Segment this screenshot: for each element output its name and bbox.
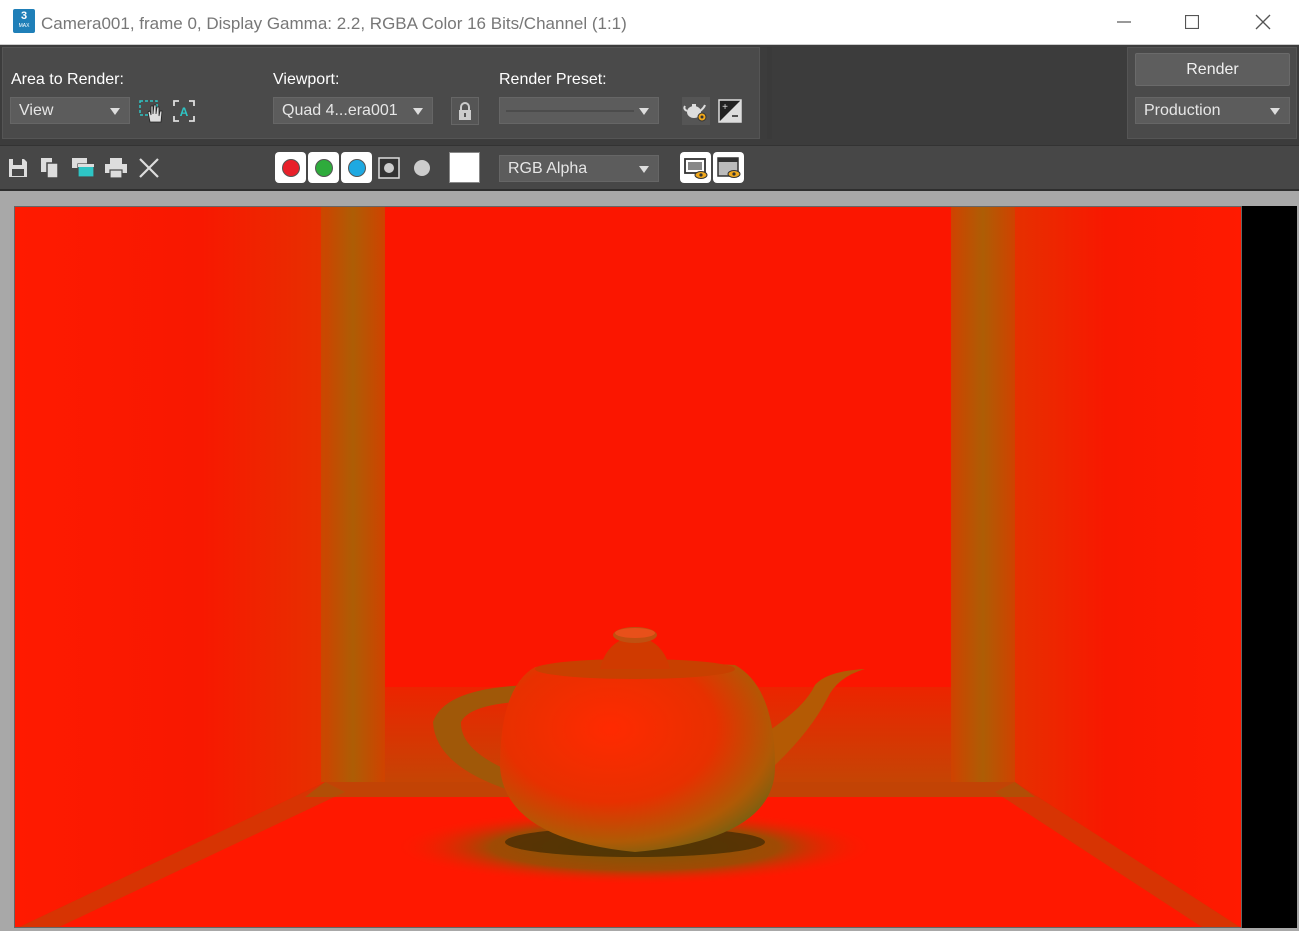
render-options-panel bbox=[2, 47, 760, 139]
display-channel-dropdown[interactable]: RGB Alpha bbox=[499, 155, 659, 182]
lock-icon bbox=[459, 102, 471, 120]
render-mode-value: Production bbox=[1144, 102, 1221, 119]
green-channel-icon bbox=[314, 158, 333, 177]
chevron-down-icon bbox=[413, 108, 423, 115]
chevron-down-icon bbox=[110, 108, 120, 115]
display-channel-value: RGB Alpha bbox=[508, 160, 588, 177]
clone-window-button[interactable] bbox=[69, 154, 97, 182]
viewport-label: Viewport: bbox=[273, 71, 340, 88]
red-channel-icon bbox=[281, 158, 300, 177]
blue-channel-icon bbox=[347, 158, 366, 177]
close-icon bbox=[1255, 14, 1271, 30]
rendered-image bbox=[14, 206, 1242, 928]
teapot-gear-icon bbox=[683, 104, 707, 122]
blue-channel-toggle[interactable] bbox=[341, 152, 372, 183]
render-preset-dropdown[interactable] bbox=[499, 97, 659, 124]
edit-region-button[interactable] bbox=[137, 97, 165, 125]
window-eye-icon bbox=[716, 156, 740, 178]
maximize-button[interactable] bbox=[1172, 8, 1212, 36]
clone-window-icon bbox=[72, 158, 95, 178]
3dsmax-app-icon: 3 MAX bbox=[13, 9, 35, 33]
viewport-dropdown[interactable]: Quad 4...era001 bbox=[273, 97, 433, 124]
chevron-down-icon bbox=[639, 108, 649, 115]
alpha-channel-toggle[interactable] bbox=[375, 154, 403, 182]
rendered-scene bbox=[15, 207, 1241, 927]
render-preset-label: Render Preset: bbox=[499, 71, 607, 88]
color-swatch[interactable] bbox=[449, 152, 480, 183]
monitor-eye-icon bbox=[683, 157, 707, 179]
area-to-render-value: View bbox=[19, 102, 54, 119]
print-image-button[interactable] bbox=[102, 154, 130, 182]
red-channel-toggle[interactable] bbox=[275, 152, 306, 183]
chevron-down-icon bbox=[1270, 108, 1280, 115]
svg-text:A: A bbox=[180, 105, 189, 119]
render-button[interactable]: Render bbox=[1135, 53, 1290, 86]
render-setup-button[interactable] bbox=[682, 97, 710, 125]
maximize-icon bbox=[1185, 15, 1199, 29]
save-image-button[interactable] bbox=[4, 154, 32, 182]
print-icon bbox=[105, 158, 127, 179]
auto-region-icon: A bbox=[173, 100, 195, 122]
window-title: Camera001, frame 0, Display Gamma: 2.2, … bbox=[41, 14, 627, 33]
clear-icon bbox=[139, 158, 159, 178]
exposure-control-button[interactable]: + bbox=[716, 97, 744, 125]
monochrome-toggle[interactable] bbox=[408, 154, 436, 182]
render-mode-dropdown[interactable]: Production bbox=[1135, 97, 1290, 124]
copy-image-button[interactable] bbox=[36, 154, 64, 182]
panel-divider bbox=[767, 47, 772, 139]
svg-text:+: + bbox=[722, 102, 728, 113]
minimize-button[interactable] bbox=[1104, 8, 1144, 36]
frame-window-button[interactable] bbox=[713, 152, 744, 183]
copy-icon bbox=[41, 158, 59, 179]
auto-region-button[interactable]: A bbox=[170, 97, 198, 125]
clear-image-button[interactable] bbox=[135, 154, 163, 182]
save-icon bbox=[9, 159, 27, 177]
alpha-channel-icon bbox=[378, 157, 400, 179]
view-display-button[interactable] bbox=[680, 152, 711, 183]
edit-region-hand-icon bbox=[139, 100, 163, 123]
viewport-value: Quad 4...era001 bbox=[282, 102, 398, 119]
green-channel-toggle[interactable] bbox=[308, 152, 339, 183]
exposure-icon: + bbox=[718, 99, 742, 123]
chevron-down-icon bbox=[639, 166, 649, 173]
monochrome-icon bbox=[414, 160, 430, 176]
area-to-render-dropdown[interactable]: View bbox=[10, 97, 130, 124]
unrendered-region bbox=[1242, 206, 1297, 928]
area-to-render-label: Area to Render: bbox=[11, 71, 124, 88]
close-button[interactable] bbox=[1243, 8, 1283, 36]
lock-viewport-button[interactable] bbox=[451, 97, 479, 125]
title-bar: 3 MAX Camera001, frame 0, Display Gamma: … bbox=[0, 0, 1299, 45]
separator-line bbox=[506, 110, 634, 112]
minimize-icon bbox=[1117, 21, 1131, 23]
